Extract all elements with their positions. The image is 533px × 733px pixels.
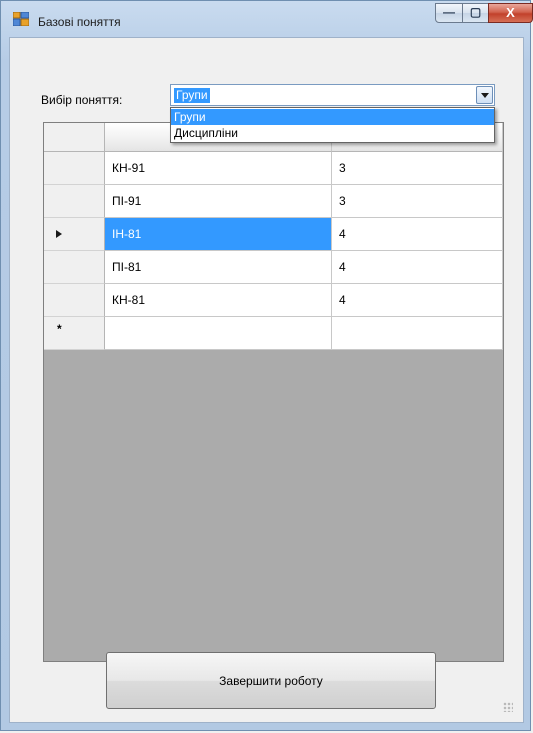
row-header-current[interactable] [44,218,105,251]
grid-cell-name[interactable]: КН-81 [105,284,332,317]
grid-cell-value[interactable]: 4 [332,218,503,251]
row-header[interactable] [44,152,105,185]
row-header[interactable] [44,284,105,317]
maximize-button[interactable]: ▢ [462,3,489,23]
concept-dropdown-list[interactable]: Групи Дисципліни [170,107,495,143]
title-bar[interactable]: Базові поняття — ▢ X [1,1,533,37]
maximize-icon: ▢ [469,5,482,19]
concept-combobox[interactable]: Групи [170,84,495,106]
app-icon [13,12,29,26]
dropdown-option-disciplines[interactable]: Дисципліни [171,125,494,141]
grid-cell-name[interactable]: ПІ-81 [105,251,332,284]
new-row-asterisk-icon: * [57,322,62,336]
grid-cell-new-value[interactable] [332,317,503,350]
form-client-area: Вибір поняття: Групи Групи Дисципліни Ш … [9,37,524,723]
grid-cell-value[interactable]: 3 [332,185,503,218]
grid-cell-name[interactable]: КН-91 [105,152,332,185]
current-row-arrow-icon [56,230,62,238]
row-header[interactable] [44,185,105,218]
finish-work-button[interactable]: Завершити роботу [106,652,436,709]
grid-cell-name[interactable]: ПІ-91 [105,185,332,218]
row-header-new[interactable]: * [44,317,105,350]
grid-cell-new-name[interactable] [105,317,332,350]
grid-cell-value[interactable]: 4 [332,251,503,284]
close-icon: X [506,5,515,20]
combobox-selected-value[interactable]: Групи [174,88,210,103]
minimize-button[interactable]: — [435,3,463,23]
grid-cell-value[interactable]: 4 [332,284,503,317]
close-button[interactable]: X [488,3,533,23]
grid-corner-header[interactable] [44,123,105,152]
row-header[interactable] [44,251,105,284]
concept-choice-label: Вибір поняття: [41,93,123,107]
dropdown-option-groups[interactable]: Групи [171,109,494,125]
chevron-down-icon[interactable] [476,86,493,104]
app-window: Базові поняття — ▢ X Вибір поняття: Груп… [0,0,533,731]
resize-grip-icon[interactable] [503,702,513,712]
grid-cell-name-selected[interactable]: ІН-81 [105,218,332,251]
minimize-icon: — [443,5,455,19]
grid-cell-value[interactable]: 3 [332,152,503,185]
window-title: Базові поняття [38,15,121,29]
data-grid[interactable]: Ш КН-91 3 ПІ-91 3 ІН-81 4 ПІ-81 4 КН-81 … [43,122,504,662]
